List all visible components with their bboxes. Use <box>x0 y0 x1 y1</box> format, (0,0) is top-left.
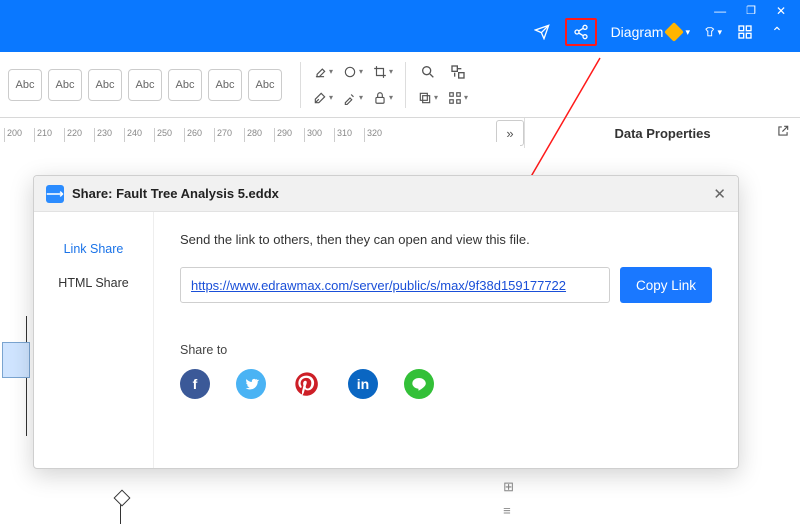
brush-tool[interactable] <box>313 88 333 108</box>
lock-tool[interactable] <box>373 88 393 108</box>
dialog-header: ⟶ Share: Fault Tree Analysis 5.eddx ✕ <box>34 176 738 212</box>
dialog-title: Share: Fault Tree Analysis 5.eddx <box>72 186 279 201</box>
tab-html-share[interactable]: HTML Share <box>34 266 153 300</box>
crop-tool[interactable] <box>373 62 393 82</box>
divider <box>300 62 301 108</box>
close-button[interactable]: ✕ <box>776 4 786 18</box>
minimize-button[interactable]: — <box>714 4 726 18</box>
eyedropper-tool[interactable] <box>343 88 363 108</box>
shape-box[interactable] <box>2 342 30 378</box>
shape-tool[interactable] <box>343 62 363 82</box>
diamond-icon <box>665 22 685 42</box>
replace-icon[interactable] <box>448 62 468 82</box>
fill-tool[interactable] <box>313 62 333 82</box>
text-style-4[interactable]: Abc <box>128 69 162 101</box>
apps-icon[interactable] <box>736 23 754 41</box>
dialog-sidebar: Link Share HTML Share <box>34 212 154 468</box>
share-link-input[interactable] <box>180 267 610 303</box>
share-button[interactable] <box>565 18 597 46</box>
text-style-5[interactable]: Abc <box>168 69 202 101</box>
dialog-content: Send the link to others, then they can o… <box>154 212 738 468</box>
toolbar: Abc Abc Abc Abc Abc Abc Abc <box>0 52 800 118</box>
text-style-3[interactable]: Abc <box>88 69 122 101</box>
app-logo-icon: ⟶ <box>46 185 64 203</box>
panel-collapse-icons: ⊞ ≡ <box>503 479 514 518</box>
data-properties-header: Data Properties <box>524 118 800 148</box>
text-style-6[interactable]: Abc <box>208 69 242 101</box>
text-style-group: Abc Abc Abc Abc Abc Abc Abc <box>0 69 290 101</box>
tshirt-icon[interactable]: ▾ <box>704 23 722 41</box>
panel-icon-1[interactable]: ⊞ <box>503 479 514 495</box>
diagram-label[interactable]: Diagram ▾ <box>611 24 690 40</box>
text-style-7[interactable]: Abc <box>248 69 282 101</box>
search-icon[interactable] <box>418 62 438 82</box>
linkedin-icon[interactable]: in <box>348 369 378 399</box>
share-to-label: Share to <box>180 343 712 357</box>
share-description: Send the link to others, then they can o… <box>180 232 712 247</box>
divider <box>405 62 406 108</box>
title-actions: Diagram ▾ ▾ ⌃ <box>533 18 786 46</box>
popout-icon[interactable] <box>776 124 790 141</box>
title-bar: — ❐ ✕ Diagram ▾ ▾ ⌃ <box>0 0 800 52</box>
layer-icon[interactable] <box>418 88 438 108</box>
send-icon[interactable] <box>533 23 551 41</box>
text-style-2[interactable]: Abc <box>48 69 82 101</box>
twitter-icon[interactable] <box>236 369 266 399</box>
text-style-1[interactable]: Abc <box>8 69 42 101</box>
facebook-icon[interactable]: f <box>180 369 210 399</box>
line-icon[interactable] <box>404 369 434 399</box>
window-controls: — ❐ ✕ <box>714 0 800 18</box>
shape-connector <box>120 498 121 524</box>
close-icon[interactable]: ✕ <box>713 185 726 203</box>
panel-icon-2[interactable]: ≡ <box>503 503 514 518</box>
chevron-up-icon[interactable]: ⌃ <box>768 23 786 41</box>
social-buttons: f in <box>180 369 712 399</box>
maximize-button[interactable]: ❐ <box>746 4 756 18</box>
panel-title: Data Properties <box>614 126 710 141</box>
pinterest-icon[interactable] <box>292 369 322 399</box>
tab-link-share[interactable]: Link Share <box>34 232 153 266</box>
distribute-icon[interactable] <box>448 88 468 108</box>
share-dialog: ⟶ Share: Fault Tree Analysis 5.eddx ✕ Li… <box>33 175 739 469</box>
copy-link-button[interactable]: Copy Link <box>620 267 712 303</box>
